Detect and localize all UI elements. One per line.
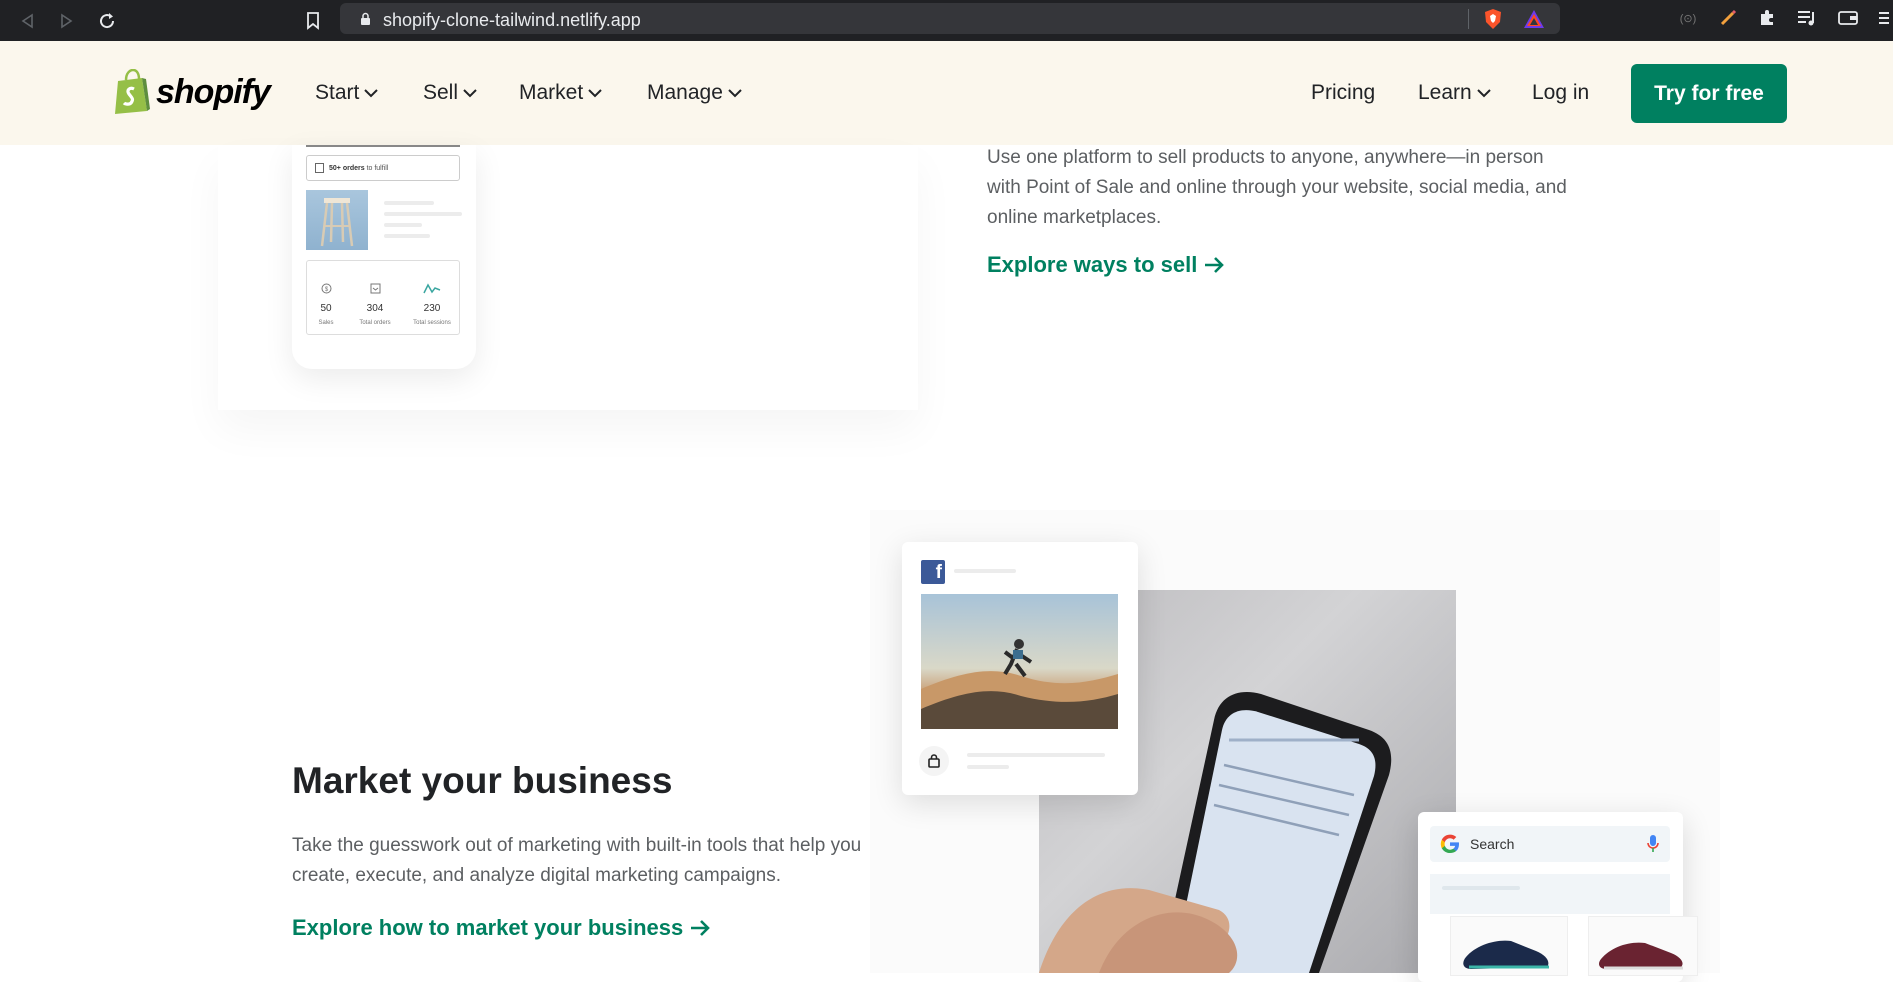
- back-icon[interactable]: [14, 8, 40, 34]
- orders-count: 50+ orders: [329, 164, 365, 172]
- google-search-card: Search: [1418, 812, 1698, 982]
- google-g-icon: [1440, 834, 1459, 853]
- shoe-product-image: [1588, 916, 1698, 976]
- facebook-icon: f: [921, 560, 945, 584]
- site-header: shopify Start Sell Market Manage Pricing…: [0, 41, 1893, 145]
- arrow-right-icon: [1205, 257, 1225, 273]
- explore-sell-link[interactable]: Explore ways to sell: [987, 252, 1225, 278]
- skeleton-line: [1442, 886, 1520, 890]
- explore-market-label: Explore how to market your business: [292, 915, 684, 940]
- stat-sessions: 230 Total sessions: [402, 281, 462, 326]
- chevron-down-icon: [463, 88, 477, 97]
- stat-value: 304: [366, 303, 384, 314]
- stats-panel: $ 50 Sales 304 Total orders 230 Total se…: [306, 260, 460, 335]
- orders-icon: [315, 163, 324, 173]
- google-search-bar: Search: [1430, 826, 1670, 862]
- search-text: Search: [1470, 836, 1515, 852]
- product-image: [306, 190, 368, 250]
- url-text: shopify-clone-tailwind.netlify.app: [383, 10, 641, 30]
- skeleton-line: [384, 201, 434, 205]
- stat-sales: $ 50 Sales: [301, 281, 351, 326]
- stat-value: 50: [320, 303, 332, 314]
- skeleton-line: [954, 569, 1016, 573]
- try-for-free-button[interactable]: Try for free: [1631, 64, 1787, 123]
- market-description: Take the guesswork out of marketing with…: [292, 835, 862, 886]
- facebook-ad-card: f: [902, 542, 1138, 795]
- chevron-down-icon: [588, 88, 602, 97]
- nav-sell-label: Sell: [423, 81, 459, 104]
- shoe-product-image: [1450, 916, 1568, 976]
- search-result-strip: [1430, 874, 1670, 914]
- playlist-icon[interactable]: [1795, 6, 1819, 30]
- bookmark-icon[interactable]: [300, 8, 326, 34]
- divider: [306, 145, 460, 147]
- nav-market-label: Market: [519, 81, 584, 104]
- shopify-logo[interactable]: shopify: [112, 69, 271, 115]
- logo-text: shopify: [156, 72, 271, 111]
- reload-icon[interactable]: [94, 8, 120, 34]
- forward-icon[interactable]: [54, 8, 80, 34]
- ad-photo: [921, 594, 1118, 729]
- chevron-down-icon: [364, 88, 379, 97]
- orders-pill: 50+ orders to fulfill: [306, 155, 460, 181]
- lock-icon: [361, 12, 370, 25]
- brave-rewards-icon[interactable]: [1522, 7, 1546, 31]
- browser-toolbar: shopify-clone-tailwind.netlify.app (⊙): [0, 0, 1893, 41]
- login-label: Log in: [1532, 81, 1590, 104]
- nav-learn[interactable]: Learn: [1418, 81, 1491, 105]
- nav-pricing[interactable]: Pricing: [1311, 81, 1375, 105]
- microphone-icon: [1647, 835, 1659, 852]
- market-heading: Market your business: [292, 760, 673, 801]
- stat-label: Total sessions: [413, 320, 451, 326]
- stat-label: Total orders: [359, 320, 391, 326]
- chevron-down-icon: [728, 88, 742, 97]
- skeleton-line: [967, 753, 1105, 757]
- sell-description: Use one platform to sell products to any…: [987, 147, 1567, 228]
- stat-label: Sales: [318, 320, 334, 326]
- svg-text:$: $: [324, 287, 328, 293]
- pen-extension-icon[interactable]: [1716, 6, 1740, 30]
- skeleton-line: [967, 765, 1009, 769]
- nav-manage-label: Manage: [647, 81, 723, 104]
- address-bar[interactable]: shopify-clone-tailwind.netlify.app: [340, 3, 1560, 34]
- dollar-icon: $: [321, 283, 331, 294]
- skeleton-line: [384, 223, 422, 227]
- explore-market-link[interactable]: Explore how to market your business: [292, 915, 711, 941]
- stat-value: 230: [423, 303, 441, 314]
- trend-icon: [423, 283, 441, 294]
- shopping-bag-icon: [919, 746, 949, 776]
- nav-manage[interactable]: Manage: [647, 81, 742, 105]
- orders-icon: [370, 283, 380, 294]
- nav-pricing-label: Pricing: [1311, 81, 1376, 104]
- nav-market[interactable]: Market: [519, 81, 602, 105]
- phone-mockup: 50+ orders to fulfill $ 50 Sales 304 Tot…: [292, 145, 476, 369]
- chevron-down-icon: [1477, 88, 1491, 97]
- extension-icon[interactable]: (⊙): [1676, 6, 1700, 30]
- divider: [1468, 9, 1469, 29]
- skeleton-line: [384, 234, 430, 238]
- extensions-puzzle-icon[interactable]: [1755, 6, 1779, 30]
- explore-sell-label: Explore ways to sell: [987, 252, 1198, 277]
- nav-start[interactable]: Start: [315, 81, 379, 105]
- login-link[interactable]: Log in: [1532, 81, 1589, 105]
- nav-learn-label: Learn: [1418, 81, 1472, 104]
- stat-orders: 304 Total orders: [350, 281, 400, 326]
- skeleton-line: [384, 212, 462, 216]
- brave-shield-icon[interactable]: [1481, 7, 1505, 31]
- nav-sell[interactable]: Sell: [423, 81, 477, 105]
- arrow-right-icon: [691, 920, 711, 936]
- menu-icon[interactable]: [1872, 6, 1893, 30]
- nav-start-label: Start: [315, 81, 360, 104]
- orders-suffix: to fulfill: [366, 164, 389, 172]
- shopify-bag-icon: [115, 69, 150, 114]
- wallet-icon[interactable]: [1836, 6, 1860, 30]
